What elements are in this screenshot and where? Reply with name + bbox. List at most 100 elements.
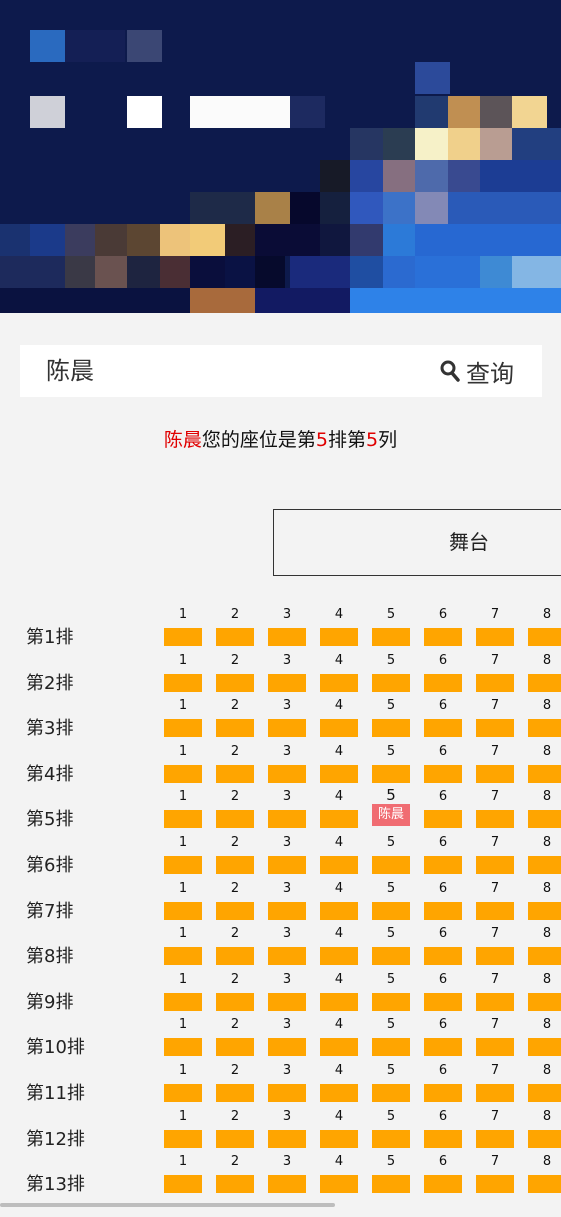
seat[interactable] (528, 1084, 561, 1102)
seat[interactable] (268, 1038, 306, 1057)
seat[interactable] (476, 856, 514, 874)
seat[interactable] (528, 1175, 561, 1194)
seat[interactable] (476, 1175, 514, 1194)
seat[interactable] (216, 1129, 254, 1148)
seat[interactable] (216, 1084, 254, 1102)
seat[interactable] (424, 856, 462, 874)
highlighted-seat[interactable]: 陈晨 (372, 804, 410, 827)
seat[interactable] (424, 1084, 462, 1102)
seat[interactable] (476, 901, 514, 920)
seat[interactable] (268, 719, 306, 738)
seat[interactable] (320, 810, 358, 829)
seat[interactable] (372, 764, 410, 783)
seat[interactable] (424, 992, 462, 1011)
seat[interactable] (528, 992, 561, 1011)
seat[interactable] (164, 992, 202, 1011)
seat[interactable] (268, 901, 306, 920)
seat[interactable] (216, 673, 254, 692)
seat[interactable] (528, 673, 561, 692)
seat[interactable] (216, 856, 254, 874)
seat[interactable] (268, 992, 306, 1011)
seat[interactable] (372, 1038, 410, 1057)
seat[interactable] (528, 628, 561, 646)
seat[interactable] (216, 992, 254, 1011)
search-button[interactable]: 查询 (440, 345, 514, 397)
seat[interactable] (372, 856, 410, 874)
seat[interactable] (476, 764, 514, 783)
seat[interactable] (164, 673, 202, 692)
seat[interactable] (164, 1129, 202, 1148)
seat[interactable] (528, 1129, 561, 1148)
seat[interactable] (268, 1084, 306, 1102)
seat[interactable] (268, 856, 306, 874)
seat[interactable] (476, 673, 514, 692)
seat[interactable] (216, 901, 254, 920)
seat[interactable] (372, 673, 410, 692)
seat[interactable] (164, 764, 202, 783)
seat[interactable] (528, 719, 561, 738)
seat[interactable] (528, 947, 561, 966)
seat[interactable] (424, 901, 462, 920)
seat[interactable] (424, 1175, 462, 1194)
seat[interactable] (164, 901, 202, 920)
seat[interactable] (372, 901, 410, 920)
seat[interactable] (424, 673, 462, 692)
seat[interactable] (372, 1084, 410, 1102)
seat[interactable] (528, 856, 561, 874)
search-input[interactable]: 陈晨 (46, 345, 94, 397)
seat[interactable] (424, 1038, 462, 1057)
seat[interactable] (476, 628, 514, 646)
seat[interactable] (164, 856, 202, 874)
seat[interactable] (164, 1038, 202, 1057)
seat[interactable] (268, 764, 306, 783)
seat[interactable] (268, 947, 306, 966)
seat[interactable] (164, 947, 202, 966)
seat[interactable] (164, 628, 202, 646)
seat[interactable] (424, 719, 462, 738)
seat[interactable] (216, 764, 254, 783)
seat[interactable] (268, 673, 306, 692)
seat[interactable] (320, 1175, 358, 1194)
seat[interactable] (268, 628, 306, 646)
seat[interactable] (268, 1175, 306, 1194)
seat[interactable] (424, 810, 462, 829)
seat[interactable] (372, 1175, 410, 1194)
seat[interactable] (476, 1084, 514, 1102)
seat[interactable] (528, 901, 561, 920)
seat[interactable] (476, 992, 514, 1011)
seat[interactable] (216, 628, 254, 646)
seat[interactable] (268, 810, 306, 829)
seat[interactable] (528, 1038, 561, 1057)
seat[interactable] (216, 1175, 254, 1194)
seat[interactable] (320, 719, 358, 738)
seat[interactable] (320, 992, 358, 1011)
seat[interactable] (216, 947, 254, 966)
seat[interactable] (268, 1129, 306, 1148)
seat[interactable] (424, 628, 462, 646)
seat[interactable] (216, 719, 254, 738)
seat[interactable] (372, 628, 410, 646)
seat[interactable] (424, 947, 462, 966)
seat[interactable] (528, 810, 561, 829)
seat[interactable] (320, 856, 358, 874)
seat[interactable] (320, 628, 358, 646)
seat[interactable] (372, 992, 410, 1011)
seat[interactable] (320, 673, 358, 692)
seat[interactable] (320, 1038, 358, 1057)
seat[interactable] (476, 810, 514, 829)
seat[interactable] (424, 1129, 462, 1148)
seat[interactable] (216, 1038, 254, 1057)
seat[interactable] (320, 1129, 358, 1148)
seat[interactable] (372, 719, 410, 738)
seat[interactable] (372, 1129, 410, 1148)
seat[interactable] (476, 719, 514, 738)
seat[interactable] (476, 1038, 514, 1057)
seat[interactable] (476, 1129, 514, 1148)
seat[interactable] (164, 1084, 202, 1102)
seat[interactable] (216, 810, 254, 829)
seat[interactable] (320, 901, 358, 920)
horizontal-scrollbar[interactable] (0, 1203, 335, 1207)
seat[interactable] (164, 810, 202, 829)
seat[interactable] (320, 947, 358, 966)
seat[interactable] (164, 719, 202, 738)
